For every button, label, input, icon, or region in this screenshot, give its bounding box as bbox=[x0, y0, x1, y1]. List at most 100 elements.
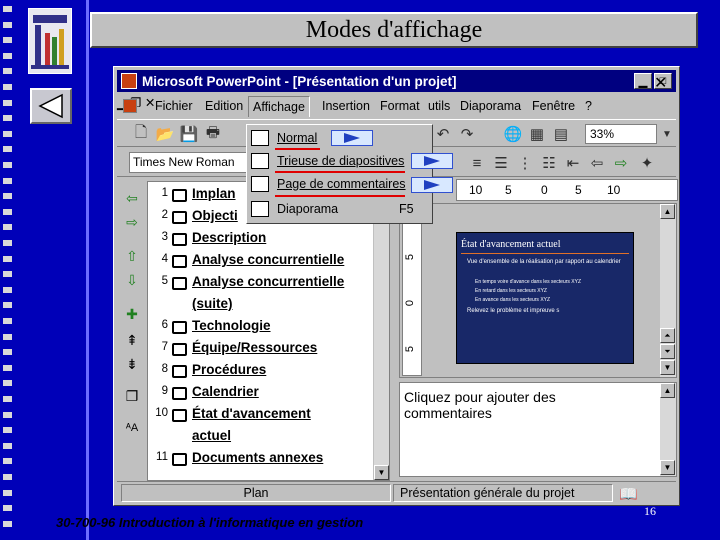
view-menu-item-slideshow[interactable]: Diaporama F5 bbox=[247, 198, 432, 220]
slide-title-text-continued: (suite) bbox=[192, 296, 233, 311]
save-icon[interactable]: 💾 bbox=[179, 124, 199, 144]
promote-arrow-icon[interactable]: ⇦ bbox=[122, 189, 142, 207]
slide-preview[interactable]: État d'avancement actuel Vue d'ensemble … bbox=[456, 232, 634, 364]
slide-number: 5 bbox=[161, 275, 168, 287]
film-hole bbox=[3, 177, 12, 184]
next-slide-icon[interactable]: ⏷ bbox=[660, 344, 675, 359]
menu-fichier[interactable]: Fichier bbox=[155, 99, 193, 113]
preview-title-rule bbox=[461, 253, 629, 254]
promote-icon[interactable]: ⇦ bbox=[587, 153, 607, 173]
window-titlebar: Microsoft PowerPoint - [Présentation d'u… bbox=[117, 70, 676, 92]
outline-scrollbar[interactable]: ▲ ▼ bbox=[373, 182, 389, 480]
film-hole bbox=[3, 255, 12, 262]
slide-scrollbar[interactable]: ▲ ⏶ ⏷ ▼ bbox=[660, 204, 676, 377]
back-button[interactable] bbox=[30, 88, 72, 124]
film-hole bbox=[3, 6, 12, 12]
demote-arrow-icon[interactable]: ⇨ bbox=[122, 213, 142, 231]
show-titles-icon[interactable]: ⇞ bbox=[122, 331, 142, 349]
move-up-icon[interactable]: ⇧ bbox=[122, 247, 142, 265]
slide-title-text: Équipe/Ressources bbox=[192, 340, 318, 355]
align-center-icon[interactable]: ≡ bbox=[467, 153, 487, 173]
film-hole bbox=[3, 271, 12, 278]
menu-diaporama[interactable]: Diaporama bbox=[460, 99, 521, 113]
slide-title-text: Analyse concurrentielle bbox=[192, 252, 345, 267]
new-icon[interactable]: 🗋 bbox=[131, 124, 151, 144]
slide-title-text: Procédures bbox=[192, 362, 267, 377]
menu-insertion[interactable]: Insertion bbox=[322, 99, 370, 113]
film-hole bbox=[3, 396, 12, 402]
ruler-tick: 5 bbox=[575, 183, 582, 197]
film-hole bbox=[3, 99, 12, 106]
align-right-icon[interactable]: ☰ bbox=[491, 153, 511, 173]
animation-icon[interactable]: ✦ bbox=[637, 153, 657, 173]
film-hole bbox=[3, 333, 12, 340]
summary-slide-icon[interactable]: ❐ bbox=[122, 387, 142, 405]
vertical-ruler: 5 0 5 bbox=[402, 206, 422, 376]
notes-page-button-icon bbox=[411, 177, 453, 193]
chart-icon[interactable]: ▤ bbox=[551, 124, 571, 144]
scroll-down-icon[interactable]: ▼ bbox=[374, 465, 389, 480]
notes-scrollbar[interactable]: ▲ ▼ bbox=[660, 383, 676, 476]
slide-icon bbox=[172, 453, 187, 466]
doc-close-button[interactable]: ✕ bbox=[145, 96, 155, 110]
redo-icon[interactable]: ↷ bbox=[457, 124, 477, 144]
slide-icon bbox=[172, 365, 187, 378]
view-menu-item-slide-sorter[interactable]: Trieuse de diapositives bbox=[247, 150, 432, 172]
slide-title-text: Technologie bbox=[192, 318, 271, 333]
undo-icon[interactable]: ↶ bbox=[433, 124, 453, 144]
outline-pane[interactable]: 11 Documents annexes 10 État d'avancement ac… bbox=[147, 181, 390, 481]
show-formatting-icon[interactable]: ᴬA bbox=[122, 419, 142, 437]
menu-affichage[interactable]: Affichage bbox=[248, 96, 310, 117]
preview-bullet: Vue d'ensemble de la réalisation par rap… bbox=[467, 259, 621, 265]
scroll-up-icon[interactable]: ▲ bbox=[660, 204, 675, 219]
notes-pane[interactable]: Cliquez pour ajouter des commentaires ▲ … bbox=[399, 382, 677, 477]
slide-number: 8 bbox=[161, 363, 168, 375]
slide-pane[interactable]: 5 0 5 État d'avancement actuel Vue d'ens… bbox=[399, 203, 677, 378]
slide-title-text: Calendrier bbox=[192, 384, 259, 399]
web-icon[interactable]: 🌐 bbox=[503, 124, 523, 144]
ruler-tick: 10 bbox=[607, 183, 621, 197]
bullets-icon[interactable]: ☷ bbox=[539, 153, 559, 173]
document-icon bbox=[123, 99, 137, 113]
prev-slide-icon[interactable]: ⏶ bbox=[660, 328, 675, 343]
ruler-tick: 5 bbox=[404, 253, 417, 261]
print-icon[interactable]: 🖶 bbox=[203, 124, 223, 144]
status-bar: Plan Présentation générale du projet 📖 bbox=[117, 481, 676, 503]
font-select[interactable]: Times New Roman bbox=[129, 152, 247, 173]
numbering-icon[interactable]: ⋮ bbox=[515, 153, 535, 173]
slide-title: Modes d'affichage bbox=[90, 12, 698, 48]
menu-outils[interactable]: utils bbox=[428, 99, 450, 113]
menu-fenetre[interactable]: Fenêtre bbox=[532, 99, 575, 113]
ruler-tick: 5 bbox=[505, 183, 512, 197]
expand-icon[interactable]: ✚ bbox=[122, 305, 142, 323]
film-hole bbox=[3, 505, 12, 512]
menu-format[interactable]: Format bbox=[380, 99, 420, 113]
slide-footer: 30-700-96 Introduction à l'informatique … bbox=[56, 515, 364, 530]
decrease-indent-icon[interactable]: ⇤ bbox=[563, 153, 583, 173]
slide-icon bbox=[172, 255, 187, 268]
open-icon[interactable]: 📂 bbox=[155, 124, 175, 144]
menu-edition[interactable]: Edition bbox=[205, 99, 243, 113]
menu-help[interactable]: ? bbox=[585, 99, 592, 113]
scroll-up-icon[interactable]: ▲ bbox=[660, 383, 675, 398]
scroll-down-icon[interactable]: ▼ bbox=[660, 360, 675, 375]
demote-icon[interactable]: ⇨ bbox=[611, 153, 631, 173]
slide-title-text-continued: actuel bbox=[192, 428, 232, 443]
slide-title-text: Implan bbox=[192, 186, 236, 201]
film-hole bbox=[3, 520, 12, 527]
show-all-icon[interactable]: ⇟ bbox=[122, 355, 142, 373]
film-hole bbox=[3, 286, 12, 293]
slide-icon bbox=[172, 343, 187, 356]
zoom-dropdown-icon[interactable]: ▼ bbox=[657, 124, 677, 144]
film-hole bbox=[3, 21, 12, 28]
slide-icon bbox=[172, 277, 187, 290]
close-icon[interactable]: ✕ bbox=[654, 73, 672, 92]
scroll-down-icon[interactable]: ▼ bbox=[660, 460, 675, 475]
move-down-icon[interactable]: ⇩ bbox=[122, 271, 142, 289]
minimize-button[interactable]: ▁ bbox=[634, 73, 652, 89]
slide-number: 11 bbox=[156, 451, 168, 463]
zoom-select[interactable]: 33% bbox=[585, 124, 657, 144]
slide-title-text: Description bbox=[192, 230, 267, 245]
view-menu-item-notes-page[interactable]: Page de commentaires bbox=[247, 173, 432, 195]
table-icon[interactable]: ▦ bbox=[527, 124, 547, 144]
